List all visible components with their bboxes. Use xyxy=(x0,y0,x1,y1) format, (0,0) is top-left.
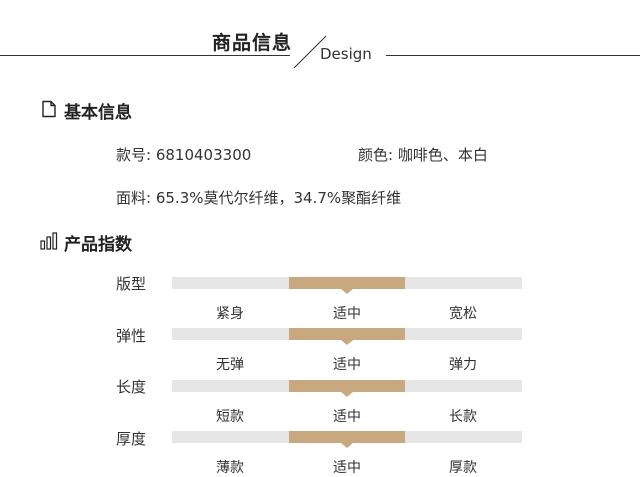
basic-info-title: 基本信息 xyxy=(64,103,132,123)
style-number-value: 6810403300 xyxy=(155,146,252,164)
index-track-elasticity xyxy=(172,328,522,345)
index-option: 薄款 xyxy=(216,460,244,476)
index-option: 适中 xyxy=(333,357,361,373)
index-track-length xyxy=(172,380,522,397)
index-marker-length xyxy=(288,380,406,392)
index-option: 厚款 xyxy=(449,460,477,476)
style-number: 款号: 6810403300 xyxy=(116,144,251,165)
index-marker-thickness xyxy=(288,431,406,443)
caret-down-icon xyxy=(341,443,353,448)
style-number-label: 款号: xyxy=(116,146,152,164)
index-option: 适中 xyxy=(333,460,361,476)
document-icon xyxy=(42,100,56,118)
page-title: 商品信息 xyxy=(212,32,293,54)
material-label: 面料: xyxy=(116,189,152,207)
index-option: 长款 xyxy=(449,409,477,425)
index-label-thickness: 厚度 xyxy=(116,430,147,448)
index-option: 短款 xyxy=(216,409,244,425)
product-index-title: 产品指数 xyxy=(64,235,132,255)
page-subtitle: Design xyxy=(320,45,372,63)
caret-down-icon xyxy=(341,340,353,345)
index-marker-fit xyxy=(288,277,406,289)
caret-down-icon xyxy=(341,289,353,294)
index-track-fit xyxy=(172,277,522,294)
index-option: 弹力 xyxy=(449,357,477,373)
index-label-elasticity: 弹性 xyxy=(116,327,147,345)
index-option: 适中 xyxy=(333,409,361,425)
index-option: 宽松 xyxy=(449,306,477,322)
color-info: 颜色: 咖啡色、本白 xyxy=(358,144,488,165)
index-option: 适中 xyxy=(333,306,361,322)
index-track-thickness xyxy=(172,431,522,448)
caret-down-icon xyxy=(341,392,353,397)
index-label-length: 长度 xyxy=(116,378,147,396)
index-option: 无弹 xyxy=(216,357,244,373)
header-divider-left xyxy=(0,55,290,56)
index-marker-elasticity xyxy=(288,328,406,340)
color-label: 颜色: xyxy=(358,146,394,164)
color-value: 咖啡色、本白 xyxy=(397,146,488,164)
bar-chart-icon xyxy=(40,232,58,250)
index-option: 紧身 xyxy=(216,306,244,322)
index-label-fit: 版型 xyxy=(116,275,147,293)
material-value: 65.3%莫代尔纤维，34.7%聚酯纤维 xyxy=(155,189,402,207)
header-divider-right xyxy=(386,55,640,56)
material-info: 面料: 65.3%莫代尔纤维，34.7%聚酯纤维 xyxy=(116,187,401,208)
